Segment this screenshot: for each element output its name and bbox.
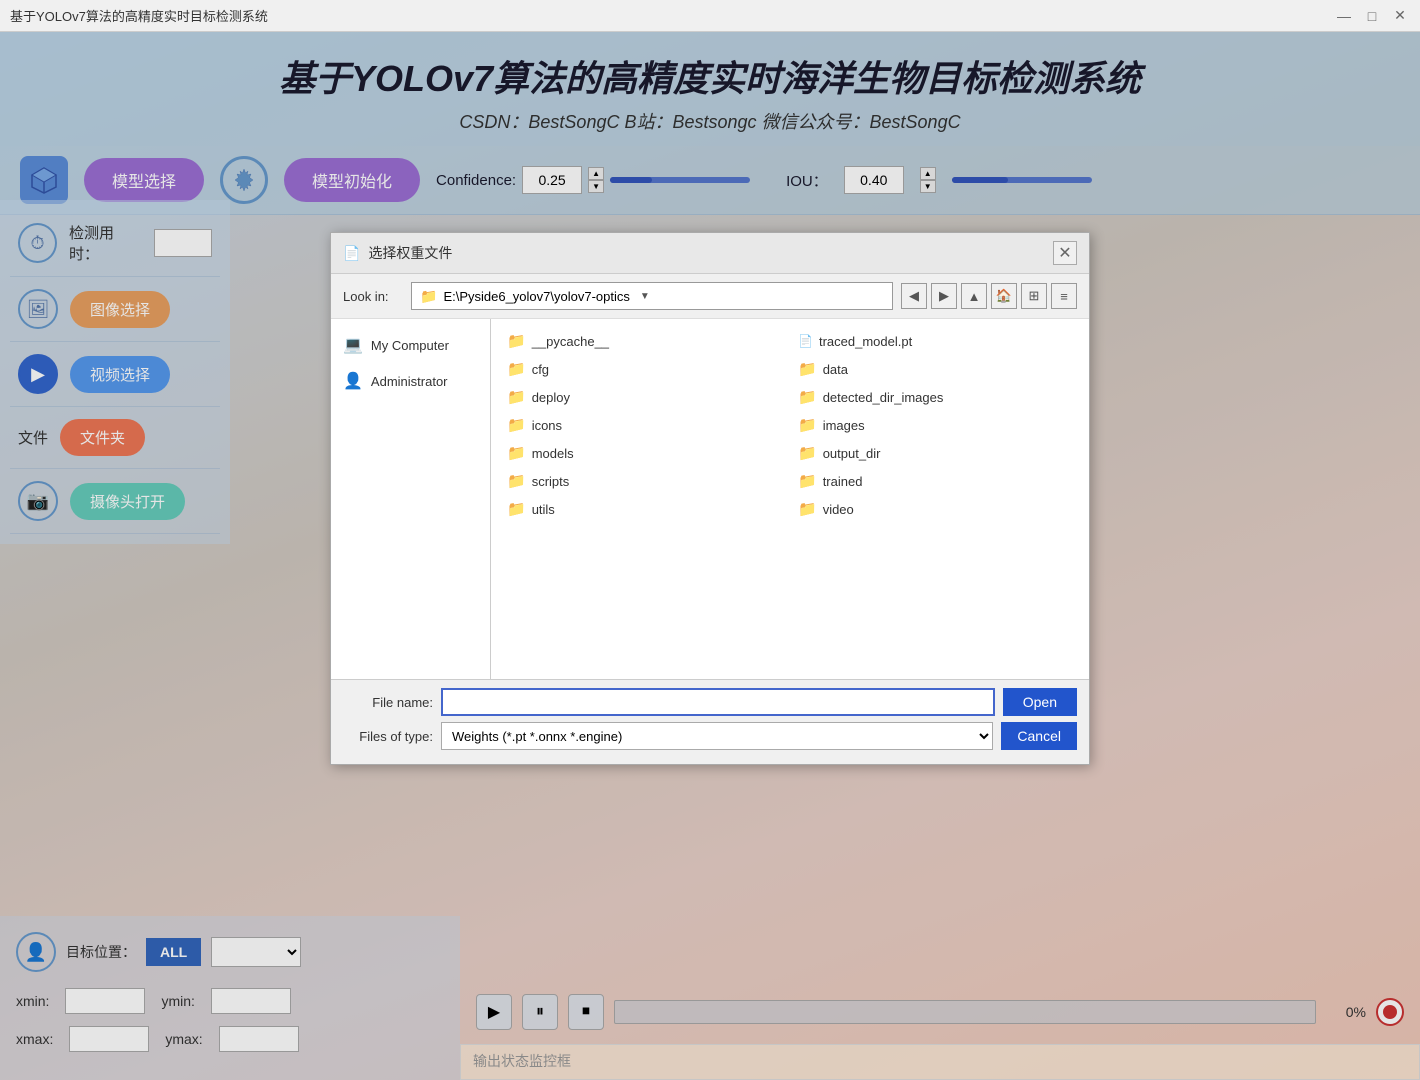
app-body: 基于YOLOv7算法的高精度实时海洋生物目标检测系统 CSDN：BestSong… bbox=[0, 32, 1420, 1080]
filetype-label: Files of type: bbox=[343, 729, 433, 744]
file-item-models[interactable]: 📁 models bbox=[499, 439, 790, 467]
folder-icon-scripts: 📁 bbox=[507, 472, 526, 490]
maximize-button[interactable]: □ bbox=[1362, 6, 1382, 26]
folder-icon-cfg: 📁 bbox=[507, 360, 526, 378]
window-title: 基于YOLOv7算法的高精度实时目标检测系统 bbox=[10, 6, 268, 25]
file-item-pycache[interactable]: 📁 __pycache__ bbox=[499, 327, 790, 355]
file-name-pycache: __pycache__ bbox=[532, 334, 609, 349]
file-name-video: video bbox=[823, 502, 854, 517]
file-item-output-dir[interactable]: 📁 output_dir bbox=[790, 439, 1081, 467]
folder-icon-images: 📁 bbox=[798, 416, 817, 434]
folder-icon-models: 📁 bbox=[507, 444, 526, 462]
nav-buttons: ◀ ▶ ▲ 🏠 ⊞ ≡ bbox=[901, 283, 1077, 309]
view-list-button[interactable]: ≡ bbox=[1051, 283, 1077, 309]
folder-icon-video: 📁 bbox=[798, 500, 817, 518]
file-name-cfg: cfg bbox=[532, 362, 549, 377]
dialog-close-button[interactable]: ✕ bbox=[1053, 241, 1077, 265]
dialog-title-bar: 📄 选择权重文件 ✕ bbox=[331, 233, 1089, 274]
file-item-video[interactable]: 📁 video bbox=[790, 495, 1081, 523]
lookin-path-box: 📁 E:\Pyside6_yolov7\yolov7-optics ▼ bbox=[411, 282, 893, 310]
folder-icon-pycache: 📁 bbox=[507, 332, 526, 350]
nav-forward-button[interactable]: ▶ bbox=[931, 283, 957, 309]
current-path: E:\Pyside6_yolov7\yolov7-optics bbox=[443, 289, 629, 304]
dialog-file-icon: 📄 bbox=[343, 245, 360, 262]
tree-item-administrator[interactable]: 👤 Administrator bbox=[331, 363, 490, 399]
nav-back-button[interactable]: ◀ bbox=[901, 283, 927, 309]
window-controls: — □ ✕ bbox=[1334, 6, 1410, 26]
file-name-deploy: deploy bbox=[532, 390, 570, 405]
filename-row: File name: Open bbox=[343, 688, 1077, 716]
file-item-data[interactable]: 📁 data bbox=[790, 355, 1081, 383]
file-name-icons: icons bbox=[532, 418, 562, 433]
folder-icon-trained: 📁 bbox=[798, 472, 817, 490]
file-name-scripts: scripts bbox=[532, 474, 570, 489]
file-item-utils[interactable]: 📁 utils bbox=[499, 495, 790, 523]
lookin-label: Look in: bbox=[343, 289, 403, 304]
file-dialog: 📄 选择权重文件 ✕ Look in: 📁 E:\Pyside6_yolov7\… bbox=[330, 232, 1090, 765]
file-item-trained[interactable]: 📁 trained bbox=[790, 467, 1081, 495]
dialog-body: 💻 My Computer 👤 Administrator 📁 __pycach… bbox=[331, 319, 1089, 679]
file-name-trained: trained bbox=[823, 474, 863, 489]
path-dropdown-arrow: ▼ bbox=[640, 291, 650, 302]
dialog-files-panel: 📁 __pycache__ 📄 traced_model.pt 📁 cfg 📁 … bbox=[491, 319, 1089, 679]
file-name-utils: utils bbox=[532, 502, 555, 517]
dialog-overlay: 📄 选择权重文件 ✕ Look in: 📁 E:\Pyside6_yolov7\… bbox=[0, 32, 1420, 1080]
file-item-icons[interactable]: 📁 icons bbox=[499, 411, 790, 439]
file-name-output-dir: output_dir bbox=[823, 446, 881, 461]
tree-item-mycomputer-label: My Computer bbox=[371, 338, 449, 353]
computer-icon: 💻 bbox=[343, 335, 363, 355]
dialog-lookin-row: Look in: 📁 E:\Pyside6_yolov7\yolov7-opti… bbox=[331, 274, 1089, 319]
path-folder-icon: 📁 bbox=[420, 288, 437, 305]
filetype-row: Files of type: Weights (*.pt *.onnx *.en… bbox=[343, 722, 1077, 750]
file-item-cfg[interactable]: 📁 cfg bbox=[499, 355, 790, 383]
tree-item-mycomputer[interactable]: 💻 My Computer bbox=[331, 327, 490, 363]
file-item-images[interactable]: 📁 images bbox=[790, 411, 1081, 439]
folder-icon-deploy: 📁 bbox=[507, 388, 526, 406]
pt-file-icon: 📄 bbox=[798, 334, 813, 348]
file-name-traced-model: traced_model.pt bbox=[819, 334, 912, 349]
file-name-detected: detected_dir_images bbox=[823, 390, 944, 405]
filename-label: File name: bbox=[343, 695, 433, 710]
file-item-deploy[interactable]: 📁 deploy bbox=[499, 383, 790, 411]
user-icon: 👤 bbox=[343, 371, 363, 391]
open-button[interactable]: Open bbox=[1003, 688, 1077, 716]
minimize-button[interactable]: — bbox=[1334, 6, 1354, 26]
file-name-data: data bbox=[823, 362, 848, 377]
view-icons-button[interactable]: ⊞ bbox=[1021, 283, 1047, 309]
file-name-images: images bbox=[823, 418, 865, 433]
file-item-traced-model[interactable]: 📄 traced_model.pt bbox=[790, 327, 1081, 355]
folder-icon-utils: 📁 bbox=[507, 500, 526, 518]
folder-icon-data: 📁 bbox=[798, 360, 817, 378]
dialog-tree-panel: 💻 My Computer 👤 Administrator bbox=[331, 319, 491, 679]
title-bar: 基于YOLOv7算法的高精度实时目标检测系统 — □ ✕ bbox=[0, 0, 1420, 32]
folder-icon-icons: 📁 bbox=[507, 416, 526, 434]
tree-item-administrator-label: Administrator bbox=[371, 374, 448, 389]
close-button[interactable]: ✕ bbox=[1390, 6, 1410, 26]
cancel-button[interactable]: Cancel bbox=[1001, 722, 1077, 750]
folder-icon-detected: 📁 bbox=[798, 388, 817, 406]
file-item-scripts[interactable]: 📁 scripts bbox=[499, 467, 790, 495]
filename-input[interactable] bbox=[441, 688, 995, 716]
filetype-select[interactable]: Weights (*.pt *.onnx *.engine) bbox=[441, 722, 993, 750]
folder-icon-output-dir: 📁 bbox=[798, 444, 817, 462]
dialog-title-content: 📄 选择权重文件 bbox=[343, 243, 452, 263]
nav-home-button[interactable]: 🏠 bbox=[991, 283, 1017, 309]
file-name-models: models bbox=[532, 446, 574, 461]
file-item-detected[interactable]: 📁 detected_dir_images bbox=[790, 383, 1081, 411]
dialog-bottom: File name: Open Files of type: Weights (… bbox=[331, 679, 1089, 764]
dialog-title-text-label: 选择权重文件 bbox=[368, 243, 452, 263]
nav-up-button[interactable]: ▲ bbox=[961, 283, 987, 309]
